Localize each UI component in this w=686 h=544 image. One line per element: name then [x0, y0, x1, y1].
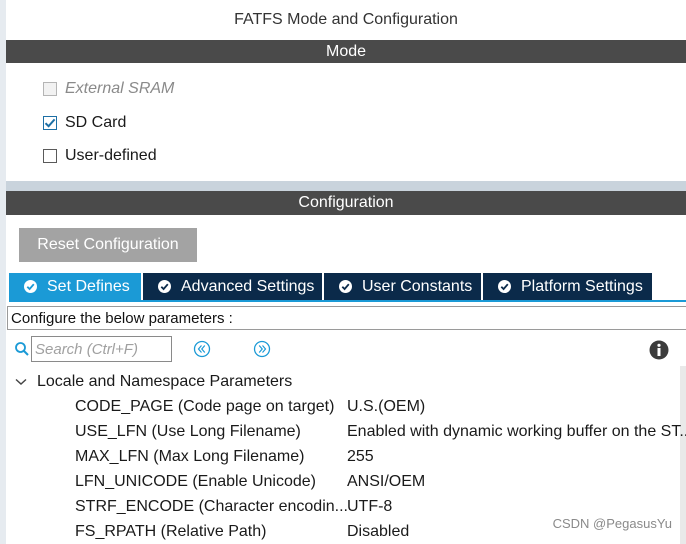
configuration-header: Configuration [6, 191, 686, 215]
param-value[interactable]: ANSI/OEM [347, 469, 425, 494]
sd-card-label: SD Card [65, 114, 127, 131]
param-name: FS_RPATH (Relative Path) [75, 523, 267, 540]
tab-set-defines-label: Set Defines [47, 277, 130, 295]
tab-user-constants[interactable]: User Constants [324, 273, 481, 300]
vertical-scrollbar[interactable] [680, 366, 686, 544]
info-icon[interactable] [649, 340, 669, 360]
panel-title: FATFS Mode and Configuration [234, 11, 458, 28]
mode-option-external-sram[interactable]: External SRAM [43, 78, 174, 100]
tab-platform-settings[interactable]: Platform Settings [483, 273, 652, 300]
search-icon[interactable] [14, 341, 30, 357]
mode-option-user-defined[interactable]: User-defined [43, 145, 157, 167]
check-circle-icon [497, 279, 512, 294]
check-circle-icon [157, 279, 172, 294]
tab-platform-settings-label: Platform Settings [521, 277, 643, 295]
config-tabs: Set Defines Advanced Settings User Const… [9, 273, 654, 300]
user-defined-label: User-defined [65, 147, 157, 164]
param-name: USE_LFN (Use Long Filename) [75, 423, 301, 440]
param-name: LFN_UNICODE (Enable Unicode) [75, 473, 316, 490]
check-circle-icon [338, 279, 353, 294]
group-label: Locale and Namespace Parameters [37, 373, 293, 390]
mode-option-sd-card[interactable]: SD Card [43, 112, 126, 134]
tab-advanced-settings-label: Advanced Settings [181, 277, 315, 295]
external-sram-checkbox[interactable] [43, 82, 57, 96]
tab-set-defines[interactable]: Set Defines [9, 273, 141, 300]
user-defined-checkbox[interactable] [43, 149, 57, 163]
param-name: MAX_LFN (Max Long Filename) [75, 448, 305, 465]
tab-user-constants-label: User Constants [362, 277, 473, 295]
param-value[interactable]: UTF-8 [347, 494, 392, 519]
section-divider[interactable] [6, 181, 686, 191]
search-input[interactable] [31, 336, 172, 362]
param-row-use-lfn[interactable]: USE_LFN (Use Long Filename) Enabled with… [0, 419, 686, 444]
tab-underline [9, 300, 686, 302]
tab-advanced-settings[interactable]: Advanced Settings [143, 273, 322, 300]
chevron-right-circle-icon[interactable] [253, 340, 271, 358]
param-name: CODE_PAGE (Code page on target) [75, 398, 335, 415]
reset-configuration-button[interactable]: Reset Configuration [19, 228, 197, 262]
param-row-lfn-unicode[interactable]: LFN_UNICODE (Enable Unicode) ANSI/OEM [0, 469, 680, 494]
external-sram-label: External SRAM [65, 80, 175, 97]
param-value[interactable]: U.S.(OEM) [347, 394, 425, 419]
checkmark-icon [44, 118, 56, 128]
chevron-left-circle-icon[interactable] [193, 340, 211, 358]
param-value[interactable]: Disabled [347, 519, 409, 544]
configure-hint: Configure the below parameters : [7, 306, 686, 330]
param-value[interactable]: 255 [347, 444, 374, 469]
check-circle-icon [23, 279, 38, 294]
watermark: CSDN @PegasusYu [552, 516, 672, 531]
group-locale-namespace[interactable]: Locale and Namespace Parameters [14, 370, 292, 394]
param-name: STRF_ENCODE (Character encodin... [75, 498, 348, 515]
param-row-max-lfn[interactable]: MAX_LFN (Max Long Filename) 255 [0, 444, 680, 469]
sd-card-checkbox[interactable] [43, 116, 57, 130]
param-value[interactable]: Enabled with dynamic working buffer on t… [347, 419, 686, 444]
mode-header: Mode [6, 40, 686, 63]
param-row-code-page[interactable]: CODE_PAGE (Code page on target) U.S.(OEM… [0, 394, 680, 419]
chevron-down-icon[interactable] [14, 375, 28, 389]
